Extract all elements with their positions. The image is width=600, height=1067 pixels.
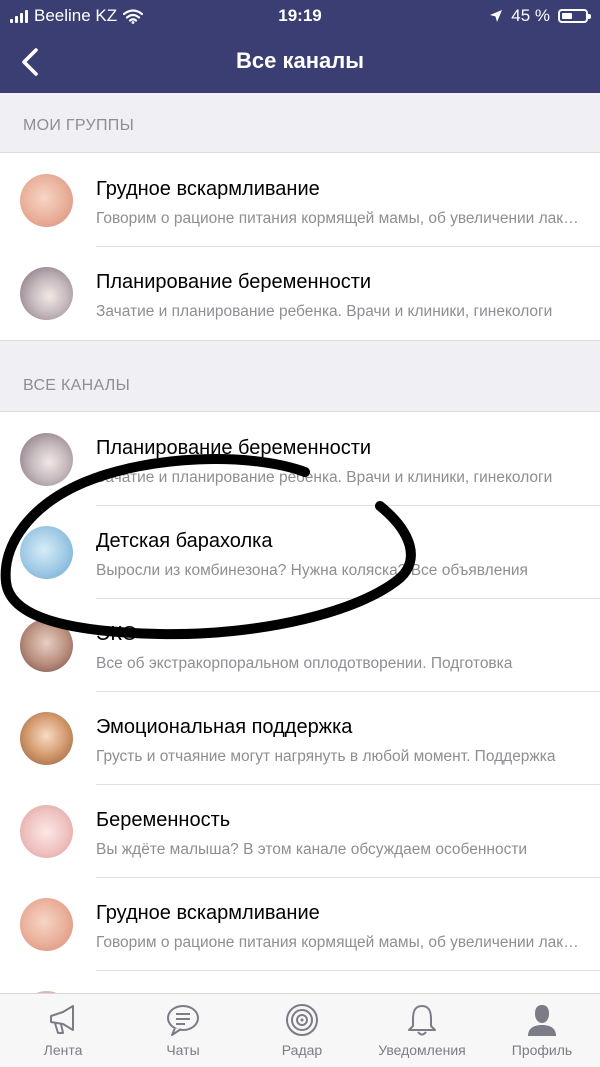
channel-description: Зачатие и планирование ребенка. Врачи и … [96, 469, 553, 486]
channel-description: Зачатие и планирование ребенка. Врачи и … [96, 303, 553, 320]
channel-row-partial[interactable] [0, 971, 600, 993]
battery-icon [558, 9, 591, 23]
tab-label: Уведомления [378, 1042, 466, 1058]
megaphone-icon [50, 1005, 74, 1034]
tab-notifications[interactable]: Уведомления [367, 1002, 477, 1058]
channel-name: Планирование беременности [96, 437, 372, 459]
channel-avatar [20, 619, 73, 672]
tab-radar[interactable]: Радар [247, 1002, 357, 1058]
tab-chats[interactable]: Чаты [128, 1002, 238, 1058]
channel-name: ЭКО [96, 623, 138, 645]
channel-row-breastfeeding[interactable]: Грудное вскармливание Говорим о рационе … [0, 878, 600, 971]
tab-label: Радар [281, 1042, 323, 1058]
channel-avatar [20, 712, 73, 765]
battery-percent: 45 % [511, 6, 550, 25]
tab-feed[interactable]: Лента [8, 1002, 118, 1058]
location-arrow-icon [490, 10, 503, 22]
channel-name: Планирование беременности [96, 271, 372, 293]
channel-row-kids-flea-market[interactable]: Детская барахолка Выросли из комбинезона… [0, 506, 600, 599]
top-bar: Beeline KZ 19:19 45 % Все каналы [0, 0, 600, 93]
channel-avatar [20, 805, 73, 858]
person-icon [528, 1005, 556, 1036]
tab-label: Профиль [511, 1042, 573, 1058]
channel-name: Грудное вскармливание [96, 178, 320, 200]
channel-row-pregnancy[interactable]: Беременность Вы ждёте малыша? В этом кан… [0, 785, 600, 878]
channel-avatar [20, 526, 73, 579]
channel-avatar [20, 433, 73, 486]
channel-name: Эмоциональная поддержка [96, 716, 353, 738]
channel-avatar [20, 898, 73, 951]
channel-row-ivf[interactable]: ЭКО Все об экстракорпоральном оплодотвор… [0, 599, 600, 692]
tab-bar: Лента Чаты Радар Уведомления Профиль [0, 993, 600, 1067]
channel-name: Детская барахолка [96, 530, 273, 552]
radar-icon [286, 1004, 318, 1036]
channel-name: Беременность [96, 809, 231, 831]
navigation-bar: Все каналы [0, 32, 600, 93]
channel-row-emotional-support[interactable]: Эмоциональная поддержка Грусть и отчаяни… [0, 692, 600, 785]
channel-name: Грудное вскармливание [96, 902, 320, 924]
channel-description: Грусть и отчаяние могут нагрянуть в любо… [96, 748, 556, 765]
chat-bubble-icon [167, 1005, 199, 1036]
status-bar: Beeline KZ 19:19 45 % [0, 0, 600, 32]
tab-label: Лента [43, 1042, 83, 1058]
channel-avatar [20, 267, 73, 320]
section-header-my-groups: МОИ ГРУППЫ [0, 93, 600, 153]
channel-row-pregnancy-planning[interactable]: Планирование беременности Зачатие и план… [0, 247, 600, 340]
channel-row-pregnancy-planning[interactable]: Планирование беременности Зачатие и план… [0, 413, 600, 506]
channel-avatar [20, 174, 73, 227]
channel-description: Все об экстракорпоральном оплодотворении… [96, 655, 513, 672]
page-title: Все каналы [235, 48, 364, 73]
channel-description: Говорим о рационе питания кормящей мамы,… [96, 934, 582, 951]
tab-profile[interactable]: Профиль [487, 1002, 597, 1058]
section-header-all-channels: ВСЕ КАНАЛЫ [0, 340, 600, 412]
channel-description: Говорим о рационе питания кормящей мамы,… [96, 210, 582, 227]
channel-description: Вы ждёте малыша? В этом канале обсуждаем… [96, 841, 528, 858]
channel-row-breastfeeding[interactable]: Грудное вскармливание Говорим о рационе … [0, 154, 600, 247]
channel-description: Выросли из комбинезона? Нужна коляска? В… [96, 562, 528, 579]
tab-label: Чаты [166, 1042, 200, 1058]
bell-icon [408, 1005, 436, 1036]
